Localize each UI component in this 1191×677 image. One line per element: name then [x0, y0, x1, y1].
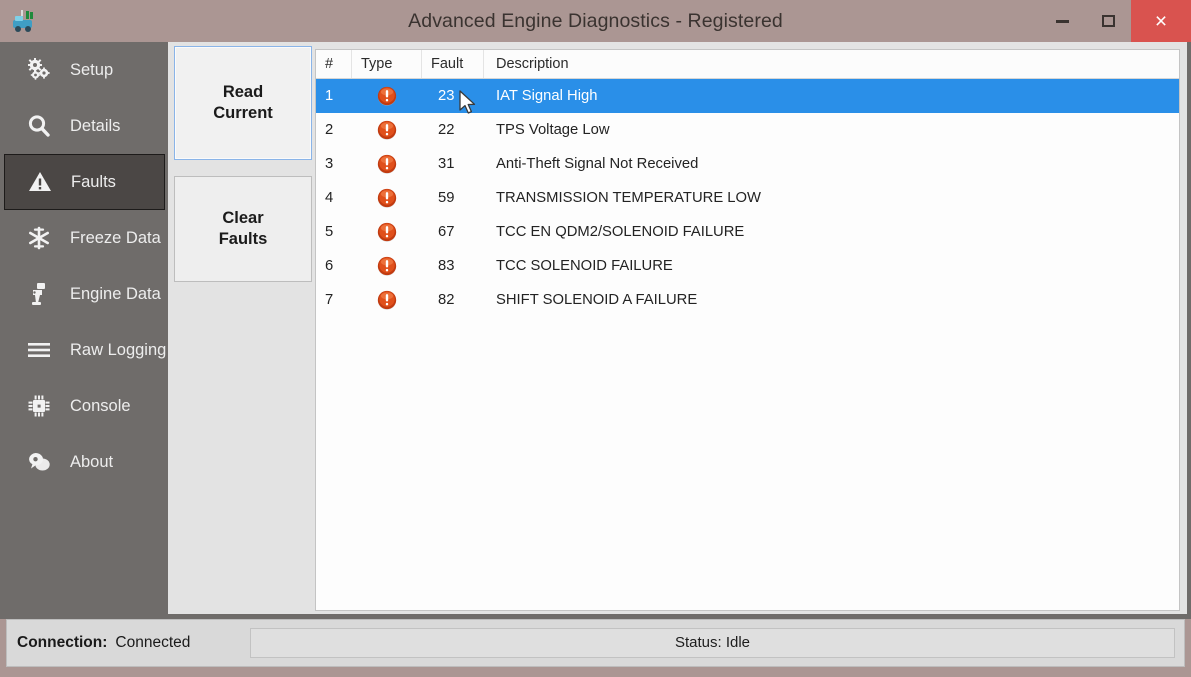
- status-bar: Connection: Connected Status: Idle: [6, 619, 1185, 667]
- red-alert-circle-icon: [377, 222, 397, 242]
- status-message-field: Status: Idle: [250, 628, 1175, 658]
- table-row[interactable]: 7 82 SHIFT SOLENOID A FAILURE: [316, 283, 1179, 317]
- red-alert-circle-icon: [377, 290, 397, 310]
- connection-label: Connection:: [17, 634, 108, 651]
- cell-type: [352, 215, 422, 249]
- warning-triangle-icon: [23, 165, 57, 199]
- cell-fault-code: 67: [438, 224, 455, 240]
- chip-icon: [22, 389, 56, 423]
- client-area: Setup Details Faults Freeze Data Engine …: [0, 42, 1191, 619]
- cell-description: IAT Signal High: [496, 88, 598, 104]
- cell-number: 5: [325, 224, 334, 240]
- sidebar-item-label: Details: [70, 116, 121, 135]
- speech-bubbles-icon: [22, 445, 56, 479]
- sidebar-navigation: Setup Details Faults Freeze Data Engine …: [4, 42, 168, 619]
- cell-fault-code: 59: [438, 190, 455, 206]
- column-header-fault[interactable]: Fault: [422, 50, 484, 78]
- cell-fault-code: 83: [438, 258, 455, 274]
- close-icon: ×: [1154, 9, 1168, 33]
- vehicle-scanner-icon: [12, 9, 38, 33]
- maximize-button[interactable]: [1085, 0, 1131, 42]
- table-row[interactable]: 5 67 TCC EN QDM2/SOLENOID FAILURE: [316, 215, 1179, 249]
- cell-number: 4: [325, 190, 334, 206]
- sidebar-item-faults[interactable]: Faults: [4, 154, 165, 210]
- red-alert-circle-icon: [377, 154, 397, 174]
- cell-type: [352, 147, 422, 181]
- cell-description: TCC EN QDM2/SOLENOID FAILURE: [496, 224, 745, 240]
- cell-fault-code: 31: [438, 156, 455, 172]
- sidebar-item-label: Faults: [71, 172, 116, 191]
- sidebar-item-freeze-data[interactable]: Freeze Data: [4, 210, 168, 266]
- application-window: Advanced Engine Diagnostics - Registered…: [0, 0, 1191, 677]
- connection-value: Connected: [115, 634, 191, 651]
- cell-type: [352, 283, 422, 317]
- sidebar-item-console[interactable]: Console: [4, 378, 168, 434]
- gears-icon: [22, 53, 56, 87]
- column-header-number[interactable]: #: [316, 50, 352, 78]
- cell-description: TPS Voltage Low: [496, 122, 610, 138]
- main-panel: Read Current Clear Faults # Type Fault D…: [168, 42, 1187, 614]
- cell-description: TRANSMISSION TEMPERATURE LOW: [496, 190, 761, 206]
- minimize-button[interactable]: [1039, 0, 1085, 42]
- sidebar-item-raw-logging[interactable]: Raw Logging: [4, 322, 168, 378]
- sidebar-item-label: Console: [70, 396, 131, 415]
- engine-icon: [22, 277, 56, 311]
- sidebar-item-label: Raw Logging: [70, 340, 167, 359]
- cell-description: Anti-Theft Signal Not Received: [496, 156, 699, 172]
- list-lines-icon: [22, 333, 56, 367]
- table-row[interactable]: 6 83 TCC SOLENOID FAILURE: [316, 249, 1179, 283]
- window-title: Advanced Engine Diagnostics - Registered: [408, 10, 783, 32]
- minimize-icon: [1055, 19, 1069, 23]
- sidebar-item-setup[interactable]: Setup: [4, 42, 168, 98]
- cell-type: [352, 249, 422, 283]
- red-alert-circle-icon: [377, 256, 397, 276]
- cell-fault-code: 23: [438, 88, 455, 104]
- cell-type: [352, 181, 422, 215]
- red-alert-circle-icon: [377, 188, 397, 208]
- cell-number: 3: [325, 156, 334, 172]
- window-controls: ×: [1039, 0, 1191, 42]
- command-button-column: Read Current Clear Faults: [174, 46, 316, 282]
- table-row[interactable]: 3 31 Anti-Theft Signal Not Received: [316, 147, 1179, 181]
- fault-table-header: # Type Fault Description: [316, 50, 1179, 79]
- fault-table[interactable]: # Type Fault Description 1 23 IAT Signal H…: [315, 49, 1180, 611]
- read-current-button[interactable]: Read Current: [174, 46, 312, 160]
- cell-type: [352, 79, 422, 113]
- sidebar-item-label: Engine Data: [70, 284, 161, 303]
- connection-status: Connection: Connected: [17, 620, 190, 666]
- magnifier-icon: [22, 109, 56, 143]
- snowflake-icon: [22, 221, 56, 255]
- cell-number: 7: [325, 292, 334, 308]
- table-row[interactable]: 1 23 IAT Signal High: [316, 79, 1179, 113]
- sidebar-item-details[interactable]: Details: [4, 98, 168, 154]
- fault-table-body: 1 23 IAT Signal High 2 22 TPS Voltage Low 3 31 A…: [316, 79, 1179, 317]
- cell-fault-code: 22: [438, 122, 455, 138]
- clear-faults-button[interactable]: Clear Faults: [174, 176, 312, 282]
- sidebar-item-about[interactable]: About: [4, 434, 168, 490]
- red-alert-circle-icon: [377, 120, 397, 140]
- cell-description: SHIFT SOLENOID A FAILURE: [496, 292, 698, 308]
- cell-type: [352, 113, 422, 147]
- cell-number: 2: [325, 122, 334, 138]
- column-header-description[interactable]: Description: [484, 50, 1179, 78]
- sidebar-item-label: Setup: [70, 60, 114, 79]
- cell-description: TCC SOLENOID FAILURE: [496, 258, 673, 274]
- column-header-type[interactable]: Type: [352, 50, 422, 78]
- cell-number: 1: [325, 88, 334, 104]
- maximize-icon: [1101, 15, 1115, 27]
- table-row[interactable]: 2 22 TPS Voltage Low: [316, 113, 1179, 147]
- cell-number: 6: [325, 258, 334, 274]
- table-row[interactable]: 4 59 TRANSMISSION TEMPERATURE LOW: [316, 181, 1179, 215]
- title-bar: Advanced Engine Diagnostics - Registered…: [0, 0, 1191, 42]
- sidebar-item-label: About: [70, 452, 114, 471]
- sidebar-item-label: Freeze Data: [70, 228, 161, 247]
- cell-fault-code: 82: [438, 292, 455, 308]
- close-button[interactable]: ×: [1131, 0, 1191, 42]
- red-alert-circle-icon: [377, 86, 397, 106]
- sidebar-item-engine-data[interactable]: Engine Data: [4, 266, 168, 322]
